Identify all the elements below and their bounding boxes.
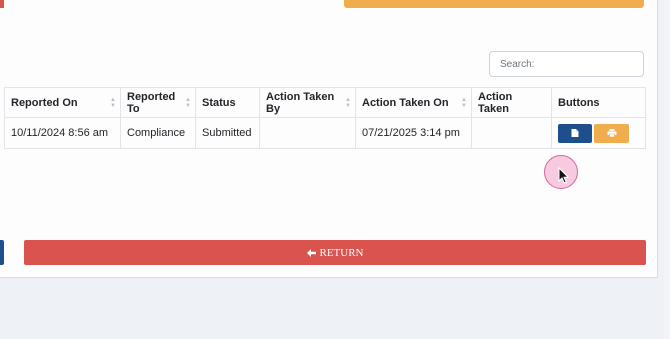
column-header-buttons: Buttons (551, 87, 646, 118)
table-row: 10/11/2024 8:56 am Compliance Submitted … (4, 117, 646, 149)
sort-icon: ▲ ▼ (345, 97, 351, 109)
printer-icon (607, 129, 616, 137)
top-left-button-edge[interactable] (0, 0, 4, 8)
return-button-label: RETURN (319, 246, 364, 259)
cell-reported-to: Compliance (120, 117, 196, 149)
search-input[interactable] (489, 51, 644, 77)
column-header-reported-to[interactable]: Reported To ▲ ▼ (120, 87, 196, 118)
document-icon (571, 129, 579, 137)
column-header-action-taken: Action Taken (471, 87, 552, 118)
sort-icon: ▲ ▼ (185, 97, 191, 109)
cell-action-taken (471, 117, 552, 149)
scrollbar-track[interactable] (664, 0, 670, 339)
cell-buttons (551, 117, 646, 149)
column-header-status: Status (195, 87, 260, 118)
column-header-reported-on[interactable]: Reported On ▲ ▼ (4, 87, 121, 118)
table-header-row: Reported On ▲ ▼ Reported To ▲ ▼ Status Actio… (4, 87, 646, 118)
cell-action-taken-by (259, 117, 356, 149)
cell-reported-on: 10/11/2024 8:56 am (4, 117, 121, 149)
cell-status: Submitted (195, 117, 260, 149)
print-button[interactable] (594, 123, 629, 143)
sort-icon: ▲ ▼ (110, 97, 116, 109)
top-warning-button[interactable] (344, 0, 644, 8)
cell-action-taken-on: 07/21/2025 3:14 pm (355, 117, 472, 149)
column-header-action-taken-on[interactable]: Action Taken On ▲ ▼ (355, 87, 472, 118)
reports-table: Reported On ▲ ▼ Reported To ▲ ▼ Status Actio… (4, 87, 646, 149)
arrow-left-icon (306, 248, 316, 257)
left-primary-button-edge[interactable] (0, 240, 4, 265)
view-document-button[interactable] (558, 123, 592, 143)
return-button[interactable]: RETURN (24, 240, 646, 265)
mouse-cursor-icon (558, 167, 569, 184)
column-header-action-taken-by[interactable]: Action Taken By ▲ ▼ (259, 87, 356, 118)
sort-icon: ▲ ▼ (461, 97, 467, 109)
